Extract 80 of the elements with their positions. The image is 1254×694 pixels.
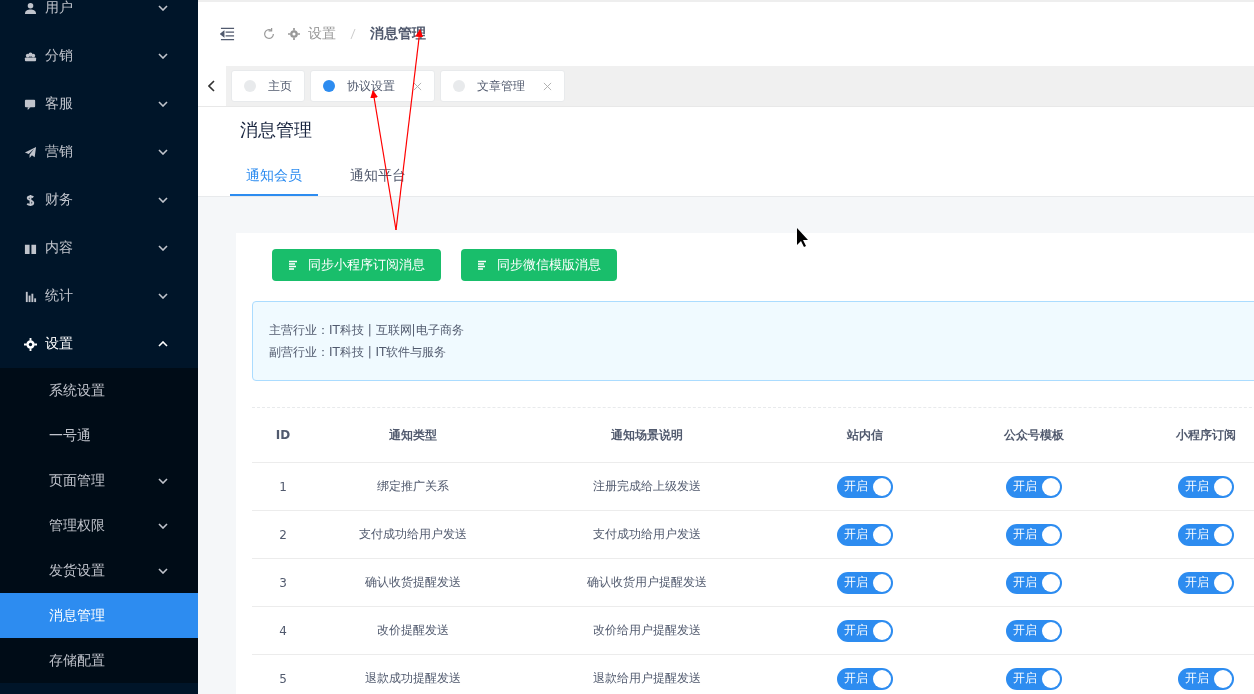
scroll-left-button[interactable] — [198, 66, 226, 106]
table-cell-text: 2 — [278, 527, 288, 542]
toggle-switch[interactable]: 开启 — [1178, 667, 1234, 690]
tab-label: 文章管理 — [477, 77, 525, 95]
column-header: 站内信 — [846, 426, 884, 444]
bar-chart-icon — [24, 289, 37, 303]
toggle-switch[interactable]: 开启 — [1006, 571, 1062, 594]
tab-label: 协议设置 — [347, 77, 395, 95]
sidebar-subitem[interactable]: 存储配置 — [0, 638, 198, 683]
breadcrumb-item[interactable]: 设置 — [308, 25, 336, 43]
sidebar-item[interactable]: 设置 — [0, 320, 198, 368]
tab-label: 主页 — [268, 77, 292, 95]
table-cell-text: 4 — [278, 623, 288, 638]
table-cell-text: 支付成功给用户发送 — [592, 526, 702, 543]
sidebar-subitem[interactable]: 一号通 — [0, 413, 198, 458]
tab[interactable]: 通知会员 — [230, 159, 318, 196]
alert-text: 主营行业：IT科技 | 互联网|电子商务 — [269, 322, 465, 339]
list-icon — [477, 260, 487, 270]
user-icon — [24, 1, 37, 15]
page-tab[interactable]: 主页 — [231, 70, 305, 102]
sidebar-subitem[interactable]: 页面管理 — [0, 458, 198, 503]
close-icon[interactable] — [543, 81, 552, 91]
sidebar-item[interactable]: 内容 — [0, 224, 198, 272]
toggle-switch[interactable]: 开启 — [1178, 475, 1234, 498]
table-cell-text: 确认收货提醒发送 — [364, 574, 462, 591]
page-tab[interactable]: 协议设置 — [310, 70, 435, 102]
sync-button[interactable]: 同步小程序订阅消息 — [272, 249, 441, 281]
settings-icon — [24, 337, 37, 351]
sync-button[interactable]: 同步微信模版消息 — [461, 249, 617, 281]
page-tab[interactable]: 文章管理 — [440, 70, 565, 102]
sidebar-item[interactable]: 财务 — [0, 176, 198, 224]
table-cell-text: 改价给用户提醒发送 — [592, 622, 702, 639]
sidebar-subitem[interactable]: 管理权限 — [0, 503, 198, 548]
toggle-switch[interactable]: 开启 — [1178, 571, 1234, 594]
chat-icon — [24, 97, 37, 111]
toggle-switch[interactable]: 开启 — [1006, 523, 1062, 546]
menu-fold-icon[interactable] — [220, 27, 235, 41]
sidebar-item[interactable]: 分销 — [0, 32, 198, 80]
toggle-switch[interactable]: 开启 — [1006, 619, 1062, 642]
table-cell-text: 绑定推广关系 — [376, 478, 450, 495]
sidebar-item[interactable]: 营销 — [0, 128, 198, 176]
table-cell-text: 5 — [278, 671, 288, 686]
sidebar-subitem[interactable]: 系统设置 — [0, 368, 198, 413]
table-cell-text: 改价提醒发送 — [376, 622, 450, 639]
toggle-switch[interactable]: 开启 — [837, 619, 893, 642]
separator-icon — [350, 28, 356, 40]
column-header: 小程序订阅 — [1175, 426, 1237, 444]
sidebar-item[interactable]: 统计 — [0, 272, 198, 320]
refresh-icon[interactable] — [262, 27, 276, 41]
toggle-switch[interactable]: 开启 — [1006, 667, 1062, 690]
column-header: 通知场景说明 — [610, 426, 684, 444]
toggle-switch[interactable]: 开启 — [1006, 475, 1062, 498]
toggle-switch[interactable]: 开启 — [1178, 523, 1234, 546]
dollar-icon — [24, 193, 37, 207]
table-cell-text: 退款给用户提醒发送 — [592, 670, 702, 687]
toggle-switch[interactable]: 开启 — [837, 475, 893, 498]
table-cell-text: 注册完成给上级发送 — [592, 478, 702, 495]
toggle-switch[interactable]: 开启 — [837, 667, 893, 690]
close-icon[interactable] — [413, 81, 422, 91]
sidebar-item[interactable]: 用户 — [0, 0, 198, 32]
list-icon — [288, 260, 298, 270]
sidebar-item[interactable]: 客服 — [0, 80, 198, 128]
table-cell-text: 退款成功提醒发送 — [364, 670, 462, 687]
column-header: 公众号模板 — [1003, 426, 1065, 444]
send-icon — [24, 145, 37, 159]
page-title: 消息管理 — [240, 119, 313, 141]
column-header: ID — [274, 428, 292, 442]
toggle-switch[interactable]: 开启 — [837, 571, 893, 594]
alert-text: 副营行业：IT科技 | IT软件与服务 — [269, 344, 448, 361]
cursor-icon — [797, 228, 808, 247]
toggle-switch[interactable]: 开启 — [837, 523, 893, 546]
sidebar-subitem[interactable]: 消息管理 — [0, 593, 198, 638]
chevron-left-icon — [208, 80, 216, 92]
table-cell-text: 3 — [278, 575, 288, 590]
table-cell-text: 支付成功给用户发送 — [358, 526, 468, 543]
column-header: 通知类型 — [388, 426, 438, 444]
settings-icon — [288, 28, 300, 40]
sidebar-subitem[interactable]: 发货设置 — [0, 548, 198, 593]
table-cell-text: 确认收货用户提醒发送 — [586, 574, 708, 591]
table-cell-text: 1 — [278, 479, 288, 494]
